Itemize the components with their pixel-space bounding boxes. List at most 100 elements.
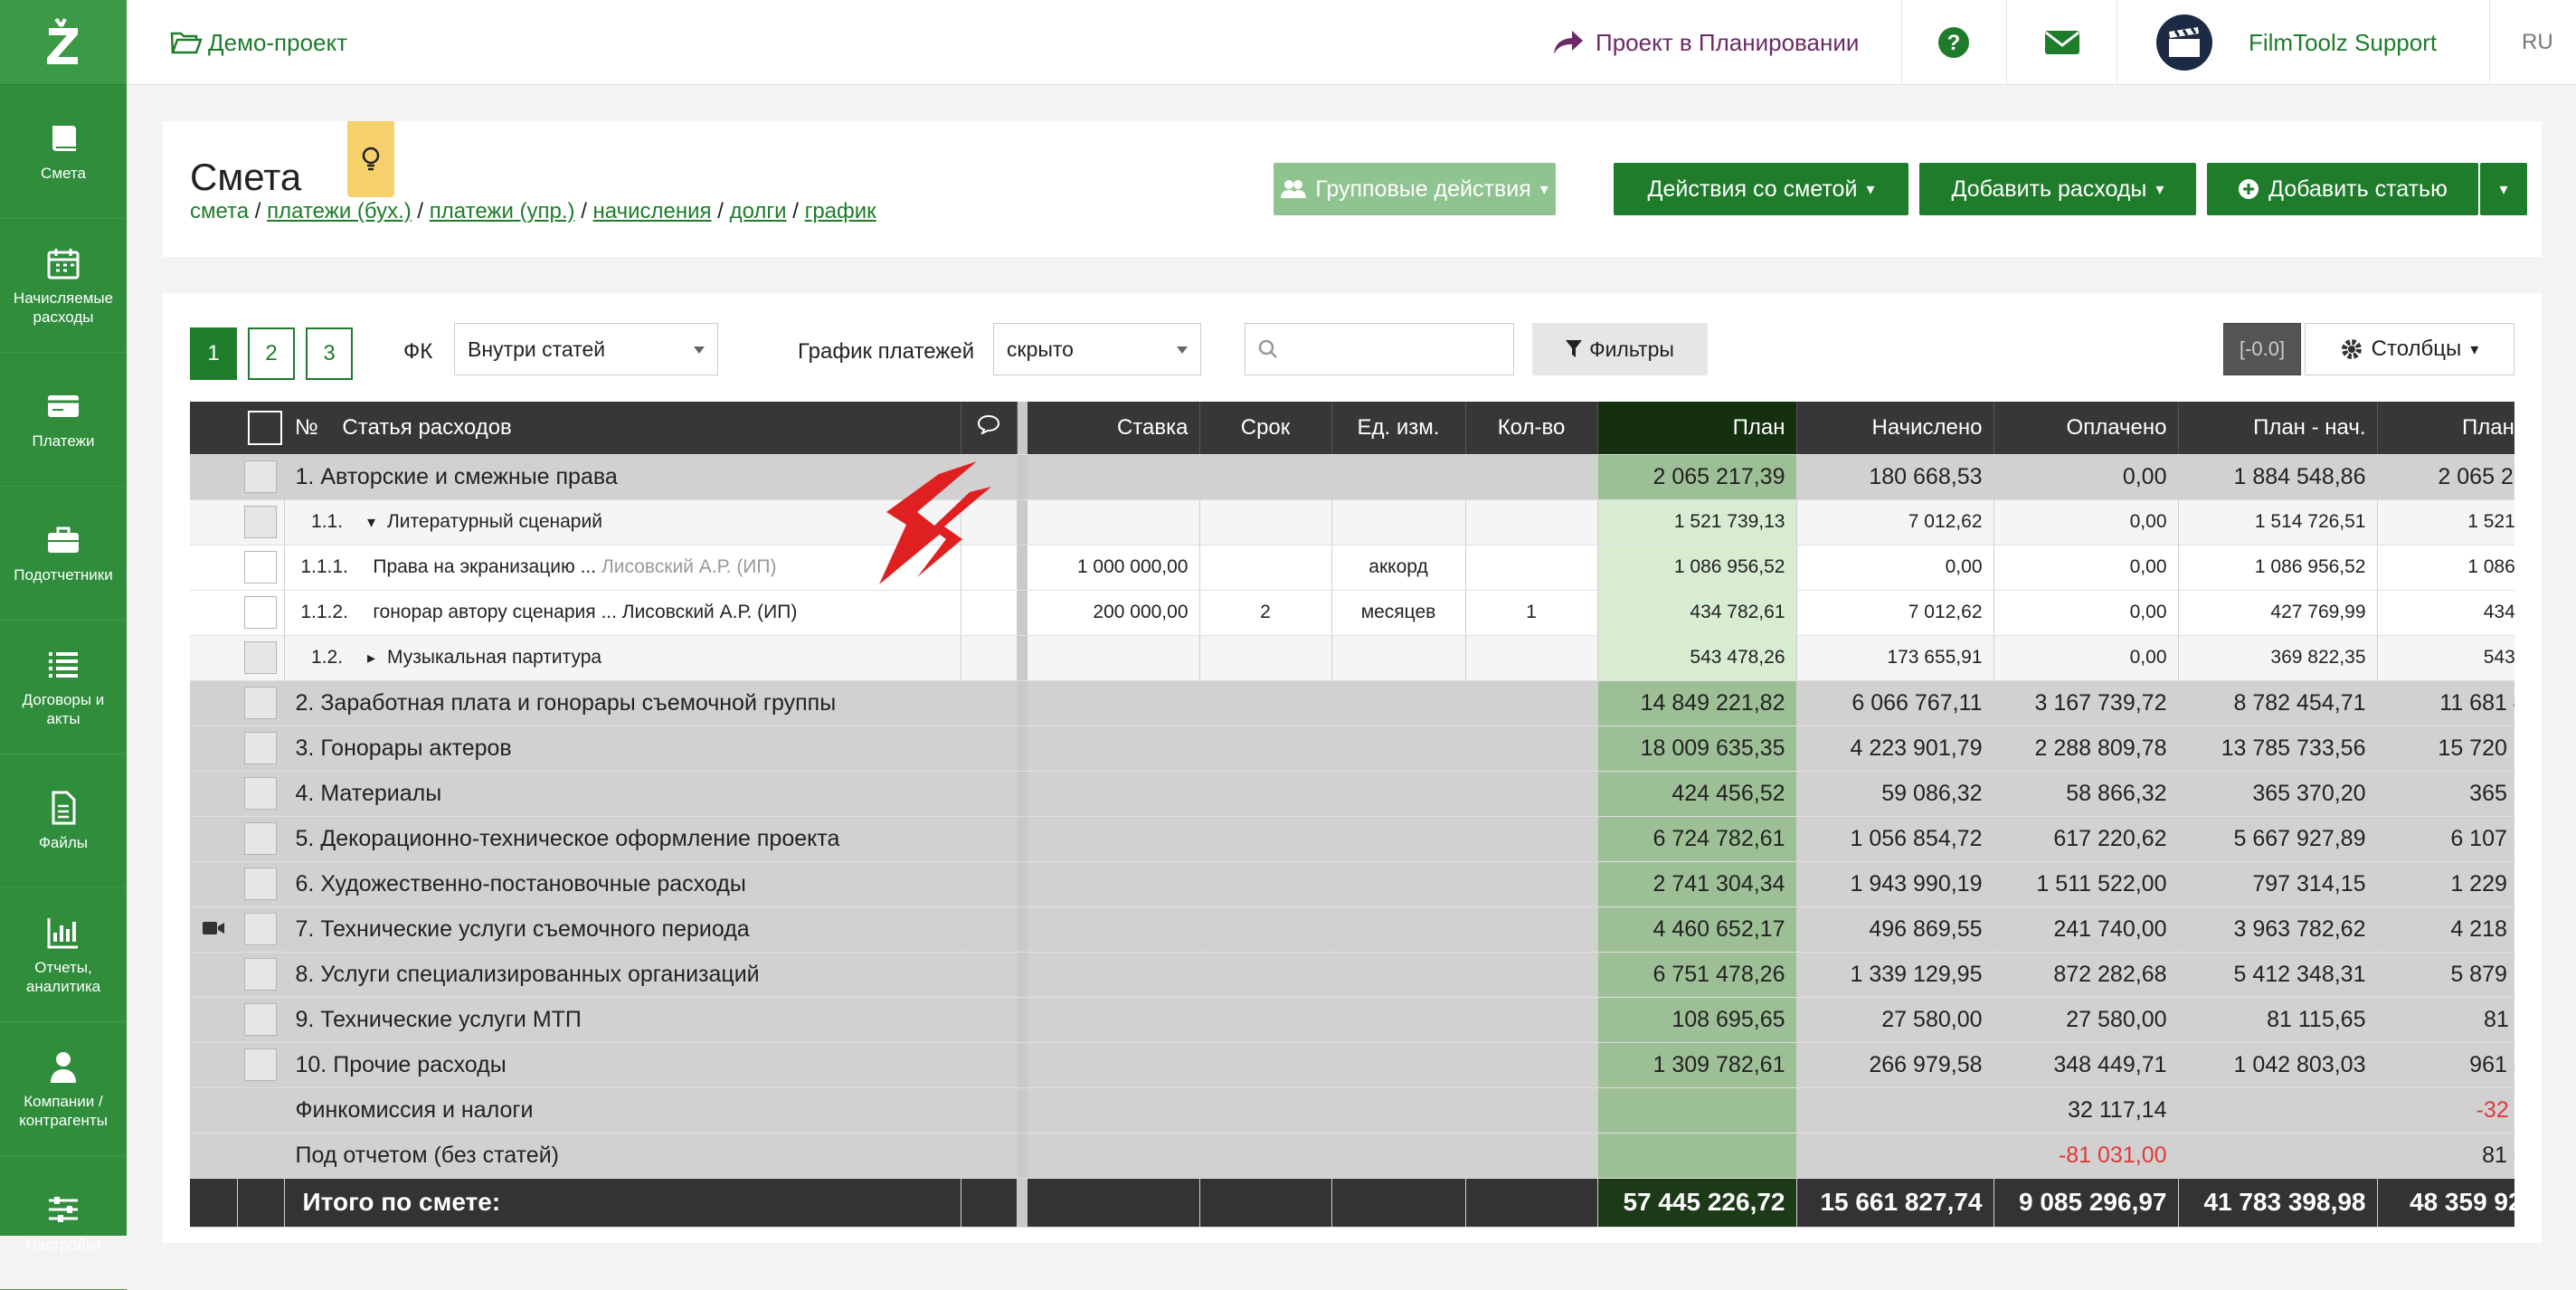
- breadcrumb-link[interactable]: платежи (упр.): [430, 199, 575, 223]
- header-accrued[interactable]: Начислено: [1796, 402, 1994, 455]
- row-checkbox[interactable]: [243, 1048, 277, 1081]
- table-row[interactable]: 4. Материалы 424 456,52 59 086,32 58 866,32…: [190, 771, 2514, 817]
- row-checkbox[interactable]: [243, 460, 277, 493]
- header-rate[interactable]: Ставка: [1028, 402, 1200, 455]
- header-term[interactable]: Срок: [1199, 402, 1332, 455]
- row-checkbox[interactable]: [243, 551, 277, 583]
- header-plan-minus-accrued[interactable]: План - нач.: [2178, 402, 2378, 455]
- row-name[interactable]: Художественно-постановочные расходы: [320, 871, 746, 896]
- cell-unit: [1331, 997, 1466, 1043]
- sidebar-item-chart[interactable]: Отчеты, аналитика: [0, 888, 127, 1022]
- row-name[interactable]: Декорационно-техническое оформление прое…: [320, 826, 839, 851]
- row-name[interactable]: Технические услуги МТП: [320, 1007, 582, 1032]
- row-checkbox[interactable]: [243, 687, 277, 719]
- row-checkbox[interactable]: [243, 1003, 277, 1036]
- table-row[interactable]: 8. Услуги специализированных организаций…: [190, 952, 2514, 998]
- sidebar-item-list[interactable]: Договоры и акты: [0, 621, 127, 754]
- row-checkbox[interactable]: [243, 732, 277, 764]
- expand-caret-icon[interactable]: ▾: [367, 513, 387, 532]
- app-logo[interactable]: [0, 0, 127, 85]
- table-row[interactable]: Под отчетом (без статей) -81 031,00 81 031…: [190, 1133, 2514, 1179]
- row-checkbox[interactable]: [243, 506, 277, 538]
- messages-button[interactable]: [2044, 0, 2080, 85]
- table-row[interactable]: 6. Художественно-постановочные расходы 2 …: [190, 861, 2514, 907]
- sidebar-item-card[interactable]: Платежи: [0, 353, 127, 487]
- breadcrumb-link[interactable]: долги: [730, 199, 787, 223]
- row-name[interactable]: Материалы: [320, 781, 441, 806]
- cell-plan-minus-accrued: 5 667 927,89: [2178, 816, 2378, 862]
- row-checkbox[interactable]: [243, 958, 277, 991]
- sidebar-item-book[interactable]: Смета: [0, 85, 127, 219]
- language-switch[interactable]: RU: [2522, 0, 2553, 85]
- table-row[interactable]: 9. Технические услуги МТП 108 695,65 27 58…: [190, 997, 2514, 1043]
- breadcrumb-link[interactable]: график: [805, 199, 876, 223]
- table-row[interactable]: 3. Гонорары актеров 18 009 635,35 4 223 90…: [190, 726, 2514, 772]
- sidebar-item-file[interactable]: Файлы: [0, 754, 127, 888]
- row-checkbox[interactable]: [243, 868, 277, 900]
- page-2-button[interactable]: 2: [248, 327, 295, 380]
- row-checkbox[interactable]: [243, 777, 277, 810]
- row-name[interactable]: Права на экранизацию ...: [373, 556, 596, 577]
- breadcrumb-link[interactable]: смета: [190, 199, 249, 223]
- table-row[interactable]: 1.1.1. Права на экранизацию ... Лисовский…: [190, 545, 2514, 591]
- fk-select[interactable]: Внутри статей: [454, 323, 718, 375]
- row-name[interactable]: Прочие расходы: [333, 1052, 507, 1077]
- breadcrumb-link[interactable]: платежи (бух.): [267, 199, 412, 223]
- header-plan-minus-paid[interactable]: План - оп: [2377, 402, 2514, 455]
- user-menu[interactable]: FilmToolz Support: [2156, 0, 2437, 85]
- filters-button[interactable]: Фильтры: [1532, 323, 1708, 375]
- table-row[interactable]: 7. Технические услуги съемочного периода…: [190, 906, 2514, 953]
- sidebar-item-user[interactable]: Компании / контрагенты: [0, 1022, 127, 1156]
- row-checkbox[interactable]: [243, 641, 277, 674]
- row-name[interactable]: Заработная плата и гонорары съемочной гр…: [320, 690, 836, 716]
- expand-caret-icon[interactable]: ▸: [367, 649, 387, 668]
- row-name[interactable]: Услуги специализированных организаций: [320, 962, 759, 987]
- row-name[interactable]: Авторские и смежные права: [320, 464, 617, 489]
- table-row[interactable]: 2. Заработная плата и гонорары съемочной…: [190, 680, 2514, 726]
- planning-status[interactable]: Проект в Планировании: [1552, 0, 1859, 85]
- table-row[interactable]: 1.1.2. гонорар автору сценария ... Лисовс…: [190, 590, 2514, 636]
- table-row[interactable]: 5. Декорационно-техническое оформление п…: [190, 816, 2514, 862]
- help-button[interactable]: ?: [1937, 0, 1970, 85]
- cell-unit: [1331, 1133, 1466, 1179]
- sidebar-item-sliders[interactable]: Настройки: [0, 1156, 127, 1290]
- sidebar-item-calendar[interactable]: Начисляемые расходы: [0, 219, 127, 353]
- select-all-checkbox[interactable]: [248, 410, 282, 445]
- tip-bookmark[interactable]: [347, 121, 394, 197]
- row-name[interactable]: Гонорары актеров: [320, 735, 511, 761]
- search-input[interactable]: [1245, 323, 1514, 375]
- table-row[interactable]: Финкомиссия и налоги 32 117,14 -32 117,: [190, 1087, 2514, 1133]
- table-row[interactable]: 10. Прочие расходы 1 309 782,61 266 979,58…: [190, 1042, 2514, 1088]
- schedule-select[interactable]: скрыто: [993, 323, 1201, 375]
- row-name[interactable]: Технические услуги съемочного периода: [320, 916, 749, 942]
- columns-button[interactable]: Столбцы ▾: [2305, 323, 2514, 375]
- add-item-button[interactable]: Добавить статью: [2207, 163, 2478, 215]
- project-link[interactable]: Демо-проект: [170, 0, 347, 85]
- estimate-actions-button[interactable]: Действия со сметой ▾: [1614, 163, 1908, 215]
- page-1-button[interactable]: 1: [190, 327, 237, 380]
- header-plan[interactable]: План: [1597, 402, 1797, 455]
- header-paid[interactable]: Оплачено: [1994, 402, 2179, 455]
- page-3-button[interactable]: 3: [306, 327, 353, 380]
- table-row[interactable]: 1.1. ▾ Литературный сценарий 1 521 739,13 7 …: [190, 499, 2514, 545]
- row-name[interactable]: гонорар автору сценария ... Лисовский А.…: [373, 602, 797, 622]
- cell-rate: [1028, 1133, 1200, 1179]
- precision-badge[interactable]: [-0.0]: [2223, 323, 2301, 375]
- header-qty[interactable]: Кол-во: [1465, 402, 1598, 455]
- add-item-dropdown[interactable]: ▾: [2480, 163, 2527, 215]
- header-item[interactable]: Статья расходов: [342, 415, 511, 440]
- breadcrumb-link[interactable]: начисления: [593, 199, 712, 223]
- collapse-arrow-icon[interactable]: [850, 461, 995, 588]
- row-name[interactable]: Литературный сценарий: [387, 511, 602, 532]
- add-expenses-button[interactable]: Добавить расходы ▾: [1919, 163, 2196, 215]
- sidebar-item-briefcase[interactable]: Подотчетники: [0, 487, 127, 621]
- table-row[interactable]: 1. Авторские и смежные права 2 065 217,39…: [190, 454, 2514, 500]
- row-name[interactable]: Музыкальная партитура: [387, 647, 601, 668]
- row-checkbox[interactable]: [243, 596, 277, 629]
- row-checkbox[interactable]: [243, 913, 277, 945]
- row-checkbox[interactable]: [243, 822, 277, 855]
- header-unit[interactable]: Ед. изм.: [1331, 402, 1466, 455]
- table-row[interactable]: 1.2. ▸ Музыкальная партитура 543 478,26 173 …: [190, 635, 2514, 681]
- group-actions-button[interactable]: Групповые действия ▾: [1274, 163, 1556, 215]
- cell-rate: [1028, 499, 1200, 545]
